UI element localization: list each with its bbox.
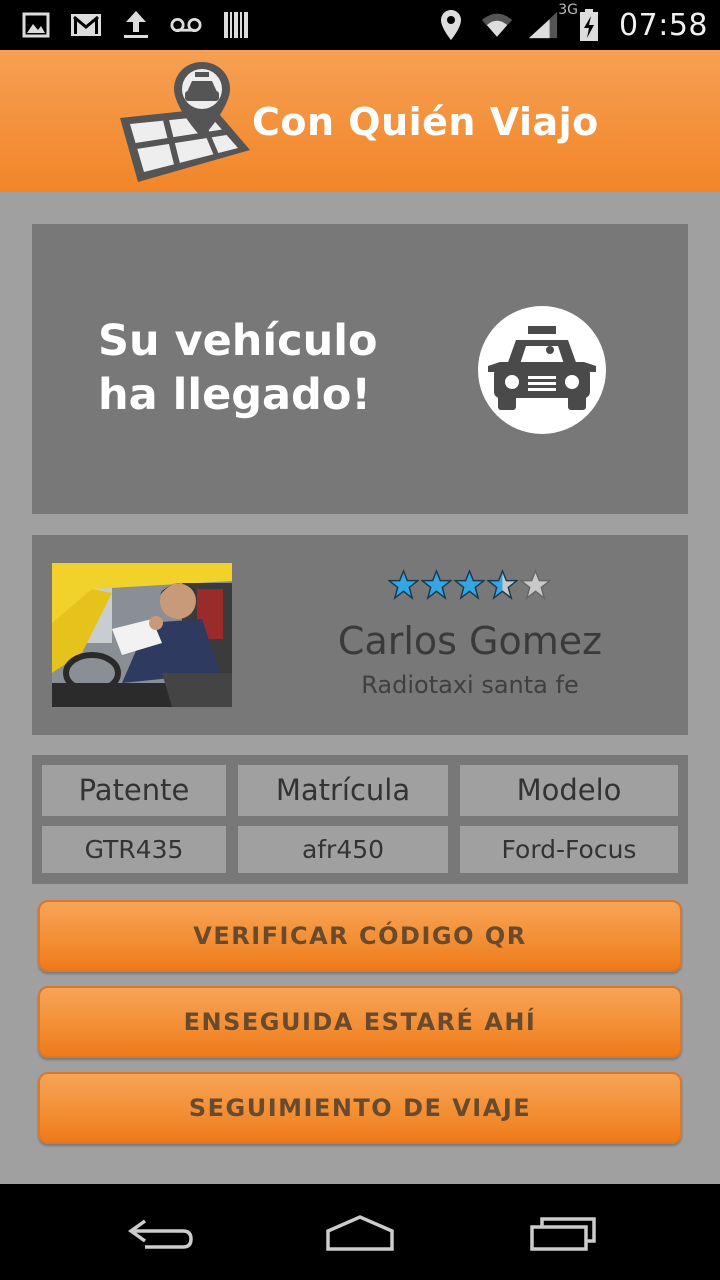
upload-icon (120, 10, 152, 40)
value-modelo: Ford-Focus (460, 826, 678, 873)
value-patente: GTR435 (42, 826, 226, 873)
recent-apps-icon (530, 1217, 596, 1251)
arrival-message: Su vehículo ha llegado! (98, 316, 378, 420)
navigation-bar (0, 1184, 720, 1280)
driver-company: Radiotaxi santa fe (361, 671, 579, 699)
star-full-icon (421, 569, 452, 600)
barcode-icon (220, 10, 252, 40)
status-bar: 3G 07:58 (0, 0, 720, 50)
main-content: Su vehículo ha llegado! Carlos Gomez Rad… (0, 192, 720, 1184)
voicemail-icon (170, 10, 202, 40)
image-icon (20, 10, 52, 40)
star-full-icon (388, 569, 419, 600)
header-matricula: Matrícula (238, 765, 448, 816)
star-empty-icon (520, 569, 551, 600)
header-patente: Patente (42, 765, 226, 816)
location-icon (435, 10, 467, 40)
driver-card: Carlos Gomez Radiotaxi santa fe (32, 535, 688, 735)
on-my-way-button[interactable]: ENSEGUIDA ESTARÉ AHÍ (38, 986, 682, 1058)
recent-apps-button[interactable] (522, 1210, 602, 1256)
gmail-icon (70, 10, 102, 40)
home-icon (326, 1215, 394, 1251)
verify-qr-button[interactable]: VERIFICAR CÓDIGO QR (38, 900, 682, 972)
taxi-icon (478, 306, 606, 434)
wifi-icon (481, 10, 513, 40)
app-header: Con Quién Viajo (0, 50, 720, 192)
arrival-panel: Su vehículo ha llegado! (32, 224, 688, 514)
home-button[interactable] (320, 1210, 400, 1256)
vehicle-info-table: Patente Matrícula Modelo GTR435 afr450 F… (32, 755, 688, 884)
clock: 07:58 (619, 7, 708, 43)
signal-icon (527, 10, 559, 40)
header-modelo: Modelo (460, 765, 678, 816)
star-half-icon (487, 569, 518, 600)
battery-charging-icon (573, 9, 605, 41)
star-full-icon (454, 569, 485, 600)
driver-photo[interactable] (52, 563, 232, 707)
app-title: Con Quién Viajo (252, 100, 599, 144)
back-icon (127, 1219, 193, 1249)
driver-rating (388, 569, 551, 600)
driver-name: Carlos Gomez (337, 619, 603, 663)
map-taxi-pin-icon (120, 62, 250, 182)
value-matricula: afr450 (238, 826, 448, 873)
back-button[interactable] (120, 1210, 200, 1256)
trip-tracking-button[interactable]: SEGUIMIENTO DE VIAJE (38, 1072, 682, 1144)
